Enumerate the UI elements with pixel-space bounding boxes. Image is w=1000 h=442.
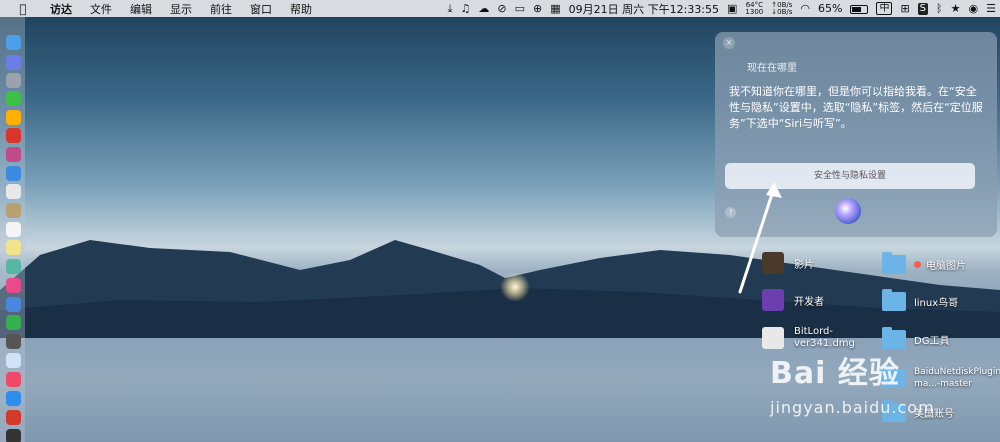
notes-icon[interactable]	[6, 240, 21, 255]
menu-view[interactable]: 显示	[170, 1, 192, 17]
notification-center-icon[interactable]: ☰	[986, 2, 996, 15]
battery-percent[interactable]: 65%	[818, 2, 842, 15]
itunes-icon[interactable]	[6, 372, 21, 387]
dock	[0, 17, 25, 442]
launchpad-icon[interactable]	[6, 73, 21, 88]
menubar:  访达 文件 编辑 显示 前往 窗口 帮助 ⤓ ♫ ☁ ⊘ ▭ ⊕ ▦ 09月…	[0, 0, 1000, 17]
download-icon[interactable]: ⤓	[448, 2, 453, 16]
desktop-folder-dg-tools[interactable]: DG工具	[882, 327, 950, 349]
s-app-icon[interactable]: S	[917, 2, 929, 15]
star-icon[interactable]: ★	[951, 2, 961, 15]
close-icon[interactable]: ×	[723, 37, 735, 49]
annotation-arrow	[738, 182, 782, 294]
baidu-logo: Bai 经验	[770, 356, 900, 391]
cpu-temp[interactable]: 64°C 1300	[745, 1, 763, 16]
globe-icon[interactable]: ⊕	[533, 2, 542, 15]
desktop-item-label: 电脑图片	[926, 261, 966, 272]
finder-icon[interactable]	[6, 35, 21, 50]
desktop-item-label: DG工具	[914, 336, 950, 347]
baidu-watermark: Bai 经验 jingyan.baidu.com	[770, 348, 1000, 438]
grid-icon[interactable]: ⊞	[900, 2, 909, 15]
desktop-item-label: BitLord-ver341.dmg	[794, 326, 855, 349]
calendar-dock-icon[interactable]	[6, 222, 21, 237]
bluetooth-icon[interactable]: ᛒ	[936, 2, 943, 15]
ghost-icon[interactable]: ☁	[478, 2, 489, 15]
app-icon[interactable]: ▣	[727, 2, 737, 15]
system-prefs-icon[interactable]	[6, 334, 21, 349]
desktop-item-label: 影片	[794, 259, 814, 271]
desktop-item-label: 开发者	[794, 296, 824, 308]
music-icon[interactable]: ♫	[461, 2, 471, 15]
contacts-icon[interactable]	[6, 203, 21, 218]
siri-icon[interactable]: ◉	[969, 2, 979, 15]
sun-glow	[500, 272, 530, 302]
menu-file[interactable]: 文件	[90, 1, 112, 17]
battery-icon[interactable]	[850, 2, 869, 15]
app-store-icon[interactable]	[6, 391, 21, 406]
desktop-item-label: linux鸟哥	[914, 298, 959, 309]
textedit-icon[interactable]	[6, 353, 21, 368]
photos-icon[interactable]	[6, 278, 21, 293]
apple-menu-icon[interactable]: 	[14, 2, 32, 16]
menu-go[interactable]: 前往	[210, 1, 232, 17]
disk-image-icon	[762, 327, 784, 349]
messages-icon[interactable]	[6, 297, 21, 312]
menu-help[interactable]: 帮助	[290, 1, 312, 17]
siri-orb-icon[interactable]	[835, 198, 861, 224]
red-app-icon[interactable]	[6, 128, 21, 143]
watermark-url: jingyan.baidu.com	[770, 398, 935, 417]
preview-icon[interactable]	[6, 184, 21, 199]
menu-finder[interactable]: 访达	[50, 1, 72, 17]
input-method[interactable]: 中	[876, 2, 893, 15]
wifi-icon[interactable]: ◠	[800, 2, 810, 15]
chrome-icon[interactable]	[6, 110, 21, 125]
vivaldi-icon[interactable]	[6, 410, 21, 425]
desktop-folder-pictures[interactable]: 电脑图片	[882, 252, 966, 274]
display-icon[interactable]: ▭	[515, 2, 525, 15]
folder-icon	[882, 289, 906, 311]
desktop-folder-linux[interactable]: linux鸟哥	[882, 289, 959, 311]
maps-icon[interactable]	[6, 259, 21, 274]
status-area: ⤓ ♫ ☁ ⊘ ▭ ⊕ ▦ 09月21日 周六 下午12:33:55 ▣ 64°…	[444, 0, 1000, 17]
red-tag-icon	[914, 261, 921, 268]
facetime-icon[interactable]	[6, 315, 21, 330]
folder-icon	[882, 252, 906, 274]
terminal-icon[interactable]	[6, 429, 21, 442]
menu-edit[interactable]: 编辑	[130, 1, 152, 17]
siri-dock-icon[interactable]	[6, 55, 21, 70]
calendar-icon[interactable]: ▦	[550, 2, 560, 15]
folder-icon	[882, 327, 906, 349]
menu-window[interactable]: 窗口	[250, 1, 272, 17]
desktop-item-dmg[interactable]: BitLord-ver341.dmg	[762, 326, 864, 350]
siri-response: 我不知道你在哪里，但是你可以指给我看。在“安全性与隐私”设置中，选取“隐私”标签…	[729, 85, 983, 130]
datetime[interactable]: 09月21日 周六 下午12:33:55	[569, 1, 719, 17]
pink-app-icon[interactable]	[6, 147, 21, 162]
sync-icon[interactable]: ⊘	[497, 2, 506, 15]
safari-icon[interactable]	[6, 166, 21, 181]
network-speed[interactable]: ↑0B/s ↓0B/s	[771, 1, 792, 16]
siri-query: 现在在哪里	[747, 63, 797, 74]
android-icon[interactable]	[6, 91, 21, 106]
